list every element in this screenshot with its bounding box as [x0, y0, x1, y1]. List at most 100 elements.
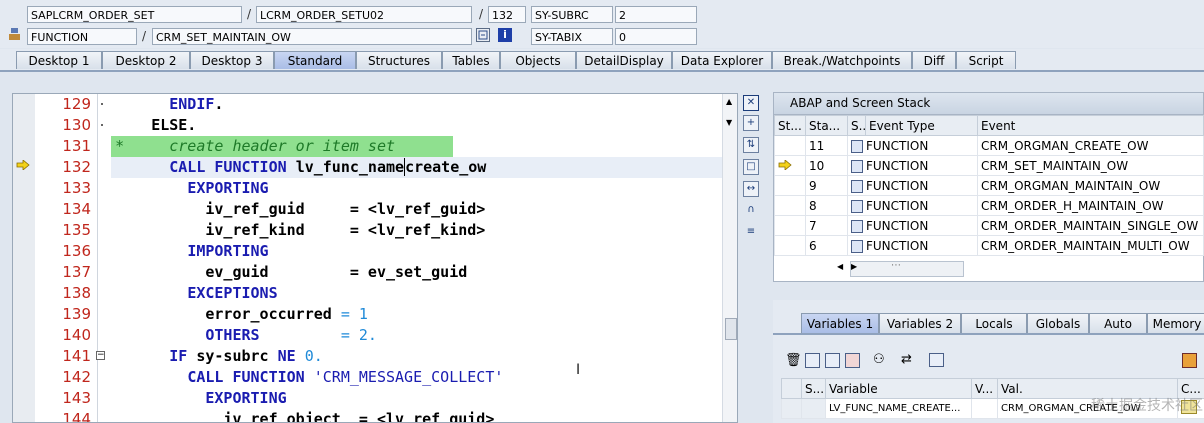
- tab-memory[interactable]: Memory: [1147, 313, 1204, 333]
- save-icon[interactable]: [1182, 353, 1197, 368]
- close-icon[interactable]: ✕: [743, 95, 759, 111]
- stack-event-type: FUNCTION: [847, 235, 978, 256]
- event-type-field[interactable]: FUNCTION: [27, 28, 137, 45]
- watermark: 稀土掘金技术社区: [1091, 398, 1203, 414]
- table-row[interactable]: 10 FUNCTION CRM_SET_MAINTAIN_OW: [774, 155, 1204, 176]
- stack-col-st[interactable]: St...: [774, 115, 806, 136]
- delete-icon[interactable]: 🗑: [785, 353, 802, 368]
- navigate-icon[interactable]: [476, 28, 490, 42]
- program-field[interactable]: SAPLCRM_ORDER_SET: [27, 6, 242, 23]
- code-line: EXPORTING: [187, 179, 269, 197]
- tab-tables[interactable]: Tables: [442, 51, 500, 69]
- list-icon[interactable]: [825, 353, 840, 368]
- tab-desktop-3[interactable]: Desktop 3: [190, 51, 274, 69]
- tab-standard[interactable]: Standard: [274, 51, 356, 69]
- stack-col-event-type[interactable]: Event Type: [865, 115, 978, 136]
- tab-desktop-2[interactable]: Desktop 2: [102, 51, 190, 69]
- search-icon[interactable]: ∩: [743, 203, 759, 219]
- tab-script[interactable]: Script: [956, 51, 1016, 69]
- source-code-editor[interactable]: 129 130 131 132 133 134 135 136 137 138 …: [12, 93, 738, 423]
- tab-breakpoints[interactable]: Break./Watchpoints: [772, 51, 912, 69]
- line-number: 138: [62, 284, 91, 302]
- sy-tabix-name-field[interactable]: SY-TABIX: [531, 28, 613, 45]
- stack-col-s[interactable]: S...: [847, 115, 866, 136]
- tab-globals[interactable]: Globals: [1027, 313, 1089, 333]
- stack-marker: [774, 175, 806, 196]
- code-line: ENDIF.: [169, 95, 224, 113]
- row-selector[interactable]: [781, 398, 802, 419]
- line-number: 130: [62, 116, 91, 134]
- table-row[interactable]: 7 FUNCTION CRM_ORDER_MAINTAIN_SINGLE_OW: [774, 215, 1204, 236]
- swap-icon[interactable]: ⇅: [743, 137, 759, 153]
- current-frame-arrow-icon: [778, 158, 792, 171]
- transfer-icon[interactable]: ⇄: [901, 352, 912, 367]
- separator: /: [247, 7, 252, 21]
- fit-width-icon[interactable]: ↔: [743, 181, 759, 197]
- stack-level: 8: [805, 195, 848, 216]
- line-field[interactable]: 132: [488, 6, 526, 23]
- breakpoint-gutter[interactable]: [13, 94, 36, 422]
- mouse-ibeam-cursor: I: [576, 362, 581, 378]
- stack-hscroll[interactable]: ◀ ▶ ⋯: [837, 260, 964, 277]
- info-icon[interactable]: i: [498, 28, 512, 42]
- vars-col-v[interactable]: V...: [971, 378, 998, 399]
- editor-scrollbar[interactable]: ▲ ▼: [722, 94, 737, 422]
- line-numbers: 129 130 131 132 133 134 135 136 137 138 …: [35, 94, 105, 422]
- folder-icon[interactable]: [929, 353, 944, 367]
- new-session-icon[interactable]: +: [743, 115, 759, 131]
- stack-event: CRM_ORDER_MAINTAIN_MULTI_OW: [977, 235, 1204, 256]
- sy-subrc-name-field[interactable]: SY-SUBRC: [531, 6, 613, 23]
- event-field[interactable]: CRM_SET_MAINTAIN_OW: [152, 28, 472, 45]
- list-icon[interactable]: [805, 353, 820, 368]
- stack-event: CRM_ORDER_H_MAINTAIN_OW: [977, 195, 1204, 216]
- list-remove-icon[interactable]: [845, 353, 860, 368]
- vars-col-select[interactable]: [781, 378, 802, 399]
- code-line: IF sy-subrc NE 0.: [169, 347, 323, 365]
- function-icon: [851, 179, 863, 193]
- tab-detail-display[interactable]: DetailDisplay: [576, 51, 672, 69]
- scroll-left-icon[interactable]: ◀: [837, 262, 843, 271]
- hierarchy-icon[interactable]: ⚇: [873, 352, 885, 367]
- scroll-right-icon[interactable]: ▶: [851, 262, 857, 271]
- stack-marker: [774, 235, 806, 256]
- scroll-down-icon[interactable]: ▼: [726, 118, 732, 127]
- code-line: CALL FUNCTION lv_func_namecreate_ow: [169, 158, 487, 176]
- variables-panel: Variables 1 Variables 2 Locals Globals A…: [773, 300, 1204, 423]
- tab-data-explorer[interactable]: Data Explorer: [672, 51, 772, 69]
- stack-event: CRM_SET_MAINTAIN_OW: [977, 155, 1204, 176]
- variable-name[interactable]: LV_FUNC_NAME_CREATE...: [825, 398, 972, 419]
- code-line: EXPORTING: [205, 389, 287, 407]
- line-number: 137: [62, 263, 91, 281]
- sy-subrc-value-field[interactable]: 2: [615, 6, 697, 23]
- include-field[interactable]: LCRM_ORDER_SETU02: [256, 6, 472, 23]
- vars-col-variable[interactable]: Variable: [825, 378, 972, 399]
- table-row[interactable]: 11 FUNCTION CRM_ORGMAN_CREATE_OW: [774, 135, 1204, 156]
- line-number: 136: [62, 242, 91, 260]
- stack-event-type: FUNCTION: [847, 195, 978, 216]
- table-row[interactable]: 6 FUNCTION CRM_ORDER_MAINTAIN_MULTI_OW: [774, 235, 1204, 256]
- vars-col-s[interactable]: S...: [801, 378, 826, 399]
- code-line: OTHERS = 2.: [205, 326, 377, 344]
- scroll-up-icon[interactable]: ▲: [726, 97, 732, 106]
- stack-level: 7: [805, 215, 848, 236]
- stack-col-level[interactable]: Sta...: [805, 115, 848, 136]
- scroll-thumb[interactable]: [725, 318, 737, 340]
- stack-col-event[interactable]: Event: [977, 115, 1204, 136]
- tab-variables-1[interactable]: Variables 1: [801, 313, 879, 333]
- tab-diff[interactable]: Diff: [912, 51, 956, 69]
- tab-auto[interactable]: Auto: [1089, 313, 1147, 333]
- tab-desktop-1[interactable]: Desktop 1: [16, 51, 102, 69]
- tab-objects[interactable]: Objects: [500, 51, 576, 69]
- stack-marker: [774, 135, 806, 156]
- sy-tabix-value-field[interactable]: 0: [615, 28, 697, 45]
- line-number: 133: [62, 179, 91, 197]
- table-row[interactable]: 8 FUNCTION CRM_ORDER_H_MAINTAIN_OW: [774, 195, 1204, 216]
- maximize-icon[interactable]: □: [743, 159, 759, 175]
- tab-structures[interactable]: Structures: [356, 51, 442, 69]
- structure-icon[interactable]: ≡: [743, 225, 759, 241]
- function-icon: [851, 139, 863, 153]
- tab-variables-2[interactable]: Variables 2: [879, 313, 961, 333]
- code-line: iv_ref_kind = <lv_ref_kind>: [205, 221, 486, 239]
- table-row[interactable]: 9 FUNCTION CRM_ORGMAN_MAINTAIN_OW: [774, 175, 1204, 196]
- tab-locals[interactable]: Locals: [961, 313, 1027, 333]
